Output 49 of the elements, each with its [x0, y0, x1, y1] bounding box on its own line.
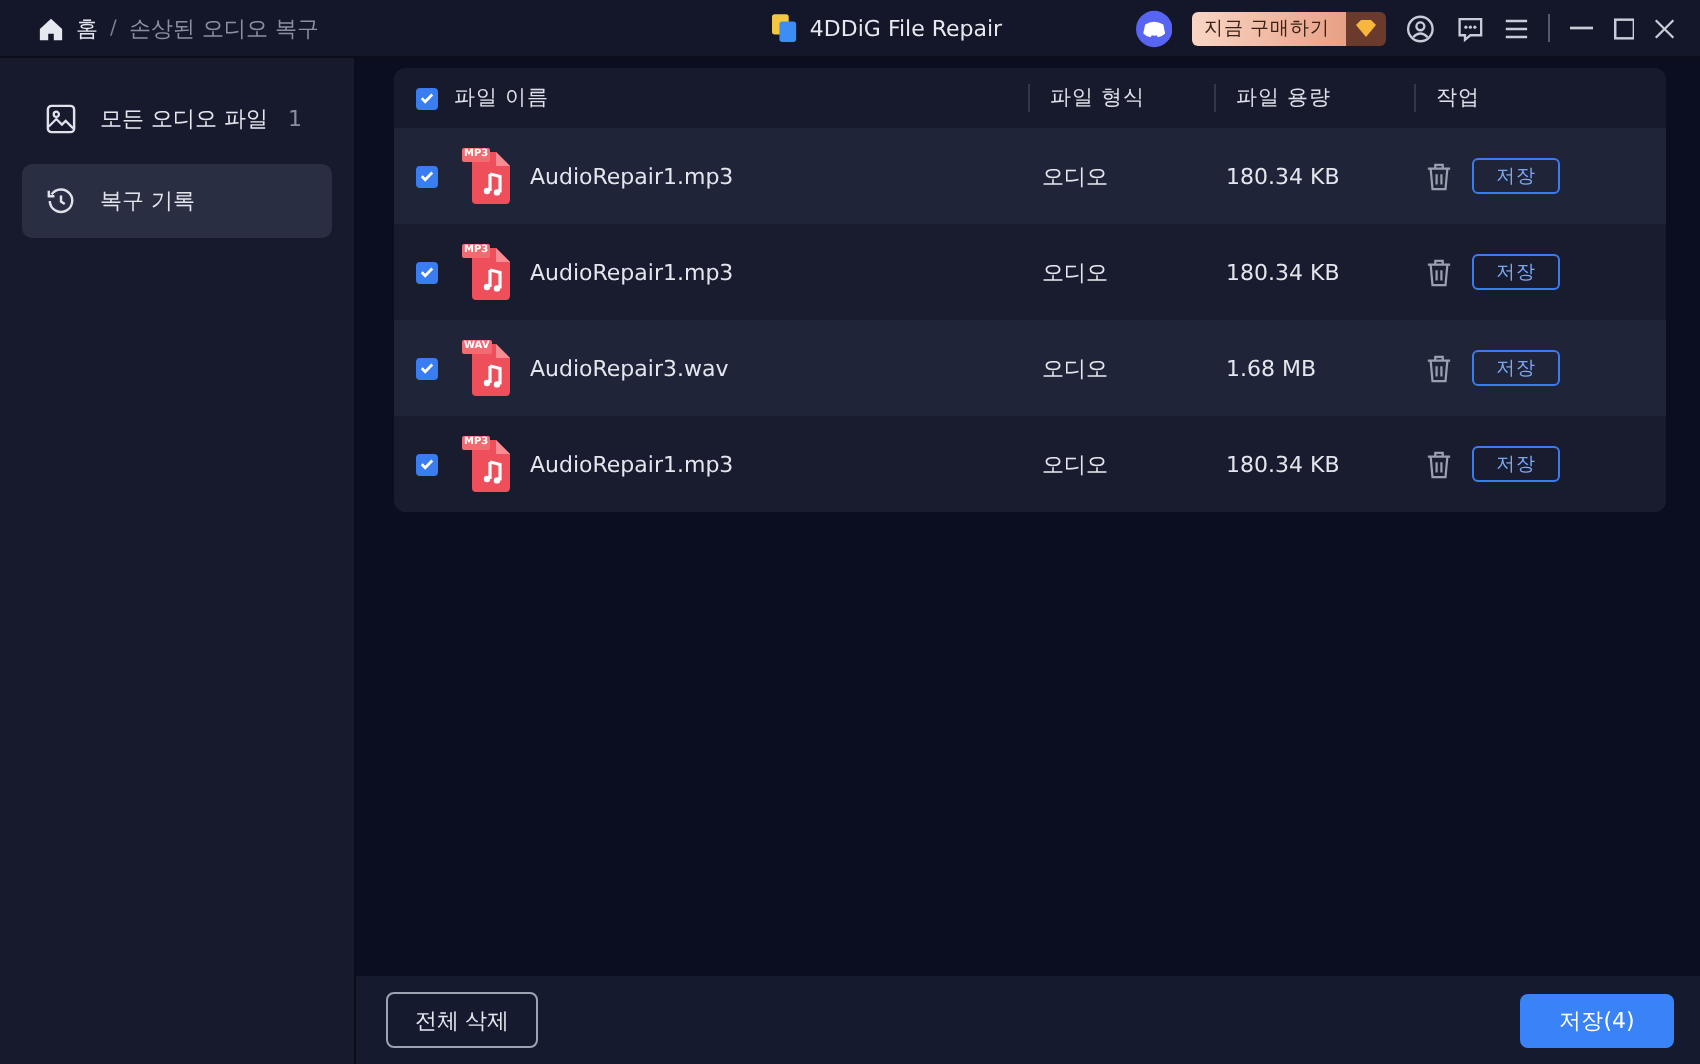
checkbox[interactable]	[416, 357, 438, 379]
trash-icon[interactable]	[1426, 257, 1452, 287]
save-button[interactable]: 저장	[1472, 158, 1560, 194]
table-cell: 180.34 KB	[1226, 451, 1340, 477]
checkbox[interactable]	[416, 87, 438, 109]
account-icon[interactable]	[1406, 13, 1436, 43]
trash-icon[interactable]	[1426, 161, 1452, 191]
breadcrumb-link[interactable]: 홈	[76, 13, 98, 43]
trash-icon[interactable]	[1426, 353, 1452, 383]
table-cell: 1.68 MB	[1226, 355, 1317, 381]
table-cell: 180.34 KB	[1226, 259, 1340, 285]
feedback-icon[interactable]	[1455, 13, 1484, 43]
column-header: 작업	[1436, 84, 1480, 112]
buy-now-button[interactable]: 지금 구매하기	[1192, 11, 1347, 45]
table-cell: 오디오	[1042, 451, 1108, 477]
save-button[interactable]: 저장	[1472, 254, 1560, 290]
table-cell: 오디오	[1042, 355, 1108, 381]
file-name: AudioRepair3.wav	[530, 355, 729, 381]
breadcrumb-separator: /	[110, 17, 117, 39]
column-header: 파일 형식	[1050, 86, 1145, 110]
file-name: AudioRepair1.mp3	[530, 451, 734, 477]
chat-bubble-icon[interactable]	[1136, 9, 1173, 47]
image-icon	[46, 104, 76, 134]
checkbox[interactable]	[416, 261, 438, 283]
file-name: AudioRepair1.mp3	[530, 163, 734, 189]
app-title: 4DDiG File Repair	[809, 15, 1003, 41]
table-cell: 180.34 KB	[1226, 163, 1340, 189]
file-name: AudioRepair1.mp3	[530, 259, 734, 285]
history-icon	[46, 186, 76, 216]
table-cell: 오디오	[1042, 163, 1108, 189]
checkbox[interactable]	[416, 453, 438, 475]
delete-all-button[interactable]: 전체 삭제	[386, 992, 538, 1048]
breadcrumb-current: 손상된 오디오 복구	[128, 13, 319, 43]
close-icon[interactable]	[1654, 17, 1676, 39]
sidebar-item[interactable]: 모든 오디오 파일 1	[22, 82, 332, 156]
column-header: 파일 용량	[1236, 86, 1331, 110]
checkbox[interactable]	[416, 165, 438, 187]
save-all-button[interactable]: 저장(4)	[1520, 993, 1674, 1047]
table-cell: 오디오	[1042, 259, 1108, 285]
home-icon[interactable]	[38, 15, 64, 41]
minimize-icon[interactable]	[1570, 26, 1594, 30]
save-button[interactable]: 저장	[1472, 350, 1560, 386]
save-button[interactable]: 저장	[1472, 446, 1560, 482]
app-logo-icon	[771, 13, 798, 43]
maximize-icon[interactable]	[1613, 17, 1635, 39]
trash-icon[interactable]	[1426, 449, 1452, 479]
sidebar-item[interactable]: 복구 기록	[22, 164, 332, 238]
column-header: 파일 이름	[454, 84, 549, 112]
menu-icon[interactable]	[1503, 17, 1529, 39]
